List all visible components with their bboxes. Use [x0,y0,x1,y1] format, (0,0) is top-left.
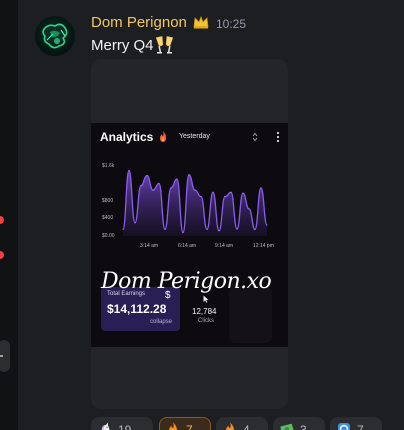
x-tick-label: 12:14 pm [253,243,274,249]
reaction-blue-emoji[interactable]: 7 [330,417,382,430]
chart-data-point [218,230,220,232]
reaction-count: 3 [300,423,307,430]
server-rail [0,0,19,430]
crown-icon [193,15,209,29]
analytics-title: Analytics [100,130,154,144]
chart-data-point [188,174,190,176]
chart-data-point [182,232,184,233]
watermark-text: Dom Perigon.xo [101,269,272,294]
unicorn-icon [101,422,110,430]
chart-data-point [122,228,124,230]
x-tick-label: 6:14 am [178,243,197,249]
chart-data-point [260,187,262,189]
fire-icon [160,131,166,142]
chart-data-point [164,228,166,230]
collapse-link[interactable]: collapse [150,319,172,325]
earnings-area-chart [122,169,268,236]
clinking-glasses-icon [155,36,174,54]
chart-data-point [140,185,142,187]
chart-data-point [266,224,268,226]
y-tick-label: $1.6k [102,163,115,169]
username[interactable]: Dom Perignon [91,14,187,31]
y-tick-label: $400 [102,215,114,221]
avatar-art-icon [42,23,68,49]
timestamp: 10:25 [216,17,247,31]
period-selector[interactable]: Yesterday [179,133,210,140]
reaction-fire[interactable]: 7 [159,417,211,430]
notification-dot [0,216,4,224]
chart-data-point [194,189,196,191]
message-text: Merry Q4 [91,37,154,54]
rail-tab-mark [0,355,3,357]
reaction-count: 7 [357,423,364,430]
y-tick-label: $800 [102,198,114,204]
reaction-count: 19 [118,423,132,430]
more-options-icon[interactable] [276,131,280,143]
discord-window: Dom Perignon 10:25 Merry Q4 Analytics Ye… [0,0,404,430]
chart-data-point [176,178,178,180]
clicks-value: 12,784 [192,307,217,316]
chart-data-point [242,192,244,194]
reaction-fire[interactable]: 4 [216,417,268,430]
chart-data-point [212,191,214,193]
fire-icon [226,422,234,430]
chart-data-point [200,196,202,198]
reaction-money[interactable]: 3 [273,417,325,430]
chart-data-point [170,187,172,189]
reaction-unicorn[interactable]: 19 [91,417,153,430]
avatar[interactable] [35,16,75,56]
chart-data-point [254,228,256,230]
reaction-count: 4 [243,423,250,430]
x-tick-label: 9:14 am [215,243,234,249]
notification-dot [0,251,4,259]
x-tick-label: 3:14 am [140,243,159,249]
chart-data-point [206,228,208,230]
money-icon [280,423,294,430]
chart-data-point [236,228,238,230]
chart-data-point [146,175,148,177]
earnings-value: $14,112.28 [107,302,167,316]
reaction-count: 7 [186,423,193,430]
chart-data-point [128,169,130,171]
sort-arrows-icon [252,132,258,142]
image-attachment[interactable]: Analytics Yesterday $1.6k $800 $400 $0.0… [91,59,288,409]
chart-data-point [248,208,250,210]
stat-card-placeholder [229,287,272,343]
blue-emoji-icon [338,423,350,430]
chart-data-point [134,222,136,224]
clicks-label: Clicks [198,318,214,324]
chart-data-point [224,196,226,198]
fire-icon [169,422,177,430]
cursor-icon [203,295,209,303]
chart-data-point [152,189,154,191]
y-tick-label: $0.00 [102,233,115,239]
chart-data-point [230,191,232,193]
chat-panel: Dom Perignon 10:25 Merry Q4 Analytics Ye… [18,0,404,430]
chart-data-point [158,183,160,184]
